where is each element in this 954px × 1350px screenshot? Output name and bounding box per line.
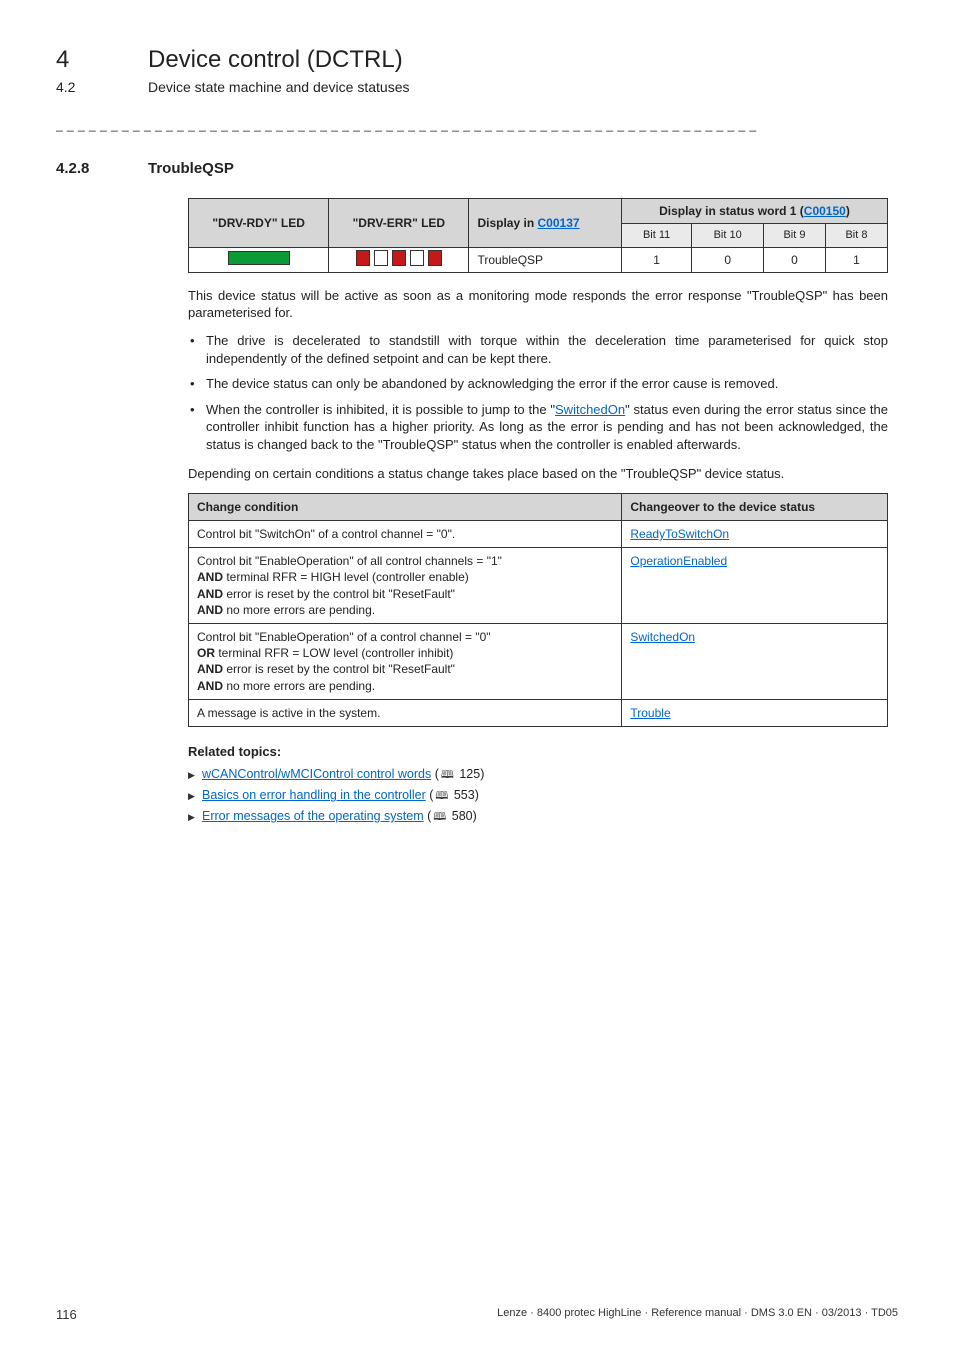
separator-line: _ _ _ _ _ _ _ _ _ _ _ _ _ _ _ _ _ _ _ _ … [56,117,898,133]
cc-th-status: Changeover to the device status [622,493,888,520]
section-title: TroubleQSP [148,159,234,179]
th-display-prefix: Display in [477,216,537,230]
cc-th-condition: Change condition [189,493,622,520]
page-num: 553 [454,788,475,802]
related-heading: Related topics: [188,743,888,761]
para-intro: This device status will be active as soo… [188,287,888,322]
bullet-list: The drive is decelerated to standstill w… [188,332,888,453]
page-number: 116 [56,1306,77,1324]
bullet-3: When the controller is inhibited, it is … [188,401,888,454]
table-row: A message is active in the system. Troub… [189,699,888,726]
cc-cell-link-3: Trouble [622,699,888,726]
cell-bit11: 1 [621,247,691,272]
bullet-2: The device status can only be abandoned … [188,375,888,393]
cc-line: error is reset by the control bit "Reset… [223,587,455,601]
cc-cell-link-1: OperationEnabled [622,548,888,624]
cell-rdy-led [189,247,329,272]
link-switchedon[interactable]: SwitchedOn [555,402,625,417]
page-ref: (🕮 580) [427,809,477,823]
para-depending: Depending on certain conditions a status… [188,465,888,483]
footer: 116 Lenze · 8400 protec HighLine · Refer… [56,1306,898,1324]
subchapter-title: Device state machine and device statuses [148,78,409,97]
cc-cell-link-2: SwitchedOn [622,623,888,699]
cc-bold: AND [197,679,223,693]
list-item: Error messages of the operating system (… [188,808,888,825]
cc-line: error is reset by the control bit "Reset… [223,662,455,676]
cc-line: no more errors are pending. [223,679,375,693]
link-related-2[interactable]: Error messages of the operating system [202,809,424,823]
cc-cell-cond-0: Control bit "SwitchOn" of a control chan… [189,521,622,548]
th-bit9: Bit 9 [764,223,826,247]
cell-bit8: 1 [825,247,887,272]
book-icon: 🕮 [441,768,454,783]
led-green-icon [228,251,290,265]
cc-line: Control bit "EnableOperation" of all con… [197,554,502,568]
link-readytoswitchon[interactable]: ReadyToSwitchOn [630,527,729,541]
page-ref: (🕮 125) [435,767,485,781]
th-status-prefix: Display in status word 1 ( [659,204,804,218]
link-trouble[interactable]: Trouble [630,706,670,720]
page-num: 125 [459,767,480,781]
cc-cell-cond-2: Control bit "EnableOperation" of a contr… [189,623,622,699]
chapter-title: Device control (DCTRL) [148,44,403,76]
list-item: Basics on error handling in the controll… [188,787,888,804]
cell-bit10: 0 [692,247,764,272]
cc-line: Control bit "EnableOperation" of a contr… [197,630,491,644]
cell-bit9: 0 [764,247,826,272]
page-num: 580 [452,809,473,823]
cc-bold: AND [197,662,223,676]
footer-doc-info: Lenze · 8400 protec HighLine · Reference… [497,1306,898,1324]
bullet-1: The drive is decelerated to standstill w… [188,332,888,367]
bullet-3-pre: When the controller is inhibited, it is … [206,402,555,417]
chapter-number: 4 [56,44,120,76]
cc-bold: OR [197,646,215,660]
th-bit8: Bit 8 [825,223,887,247]
cc-cell-cond-1: Control bit "EnableOperation" of all con… [189,548,622,624]
cell-err-led [329,247,469,272]
cc-line: terminal RFR = LOW level (controller inh… [215,646,453,660]
cc-line: no more errors are pending. [223,603,375,617]
cc-cell-link-0: ReadyToSwitchOn [622,521,888,548]
th-status-word: Display in status word 1 (C00150) [621,198,887,223]
led-blink-icon [356,250,442,266]
table-row: Control bit "SwitchOn" of a control chan… [189,521,888,548]
subchapter-number: 4.2 [56,78,120,97]
section-heading: 4.2.8 TroubleQSP [56,159,898,179]
th-display: Display in C00137 [469,198,621,247]
cc-bold: AND [197,570,223,584]
th-status-suffix: ) [846,204,850,218]
th-bit11: Bit 11 [621,223,691,247]
cc-bold: AND [197,603,223,617]
cc-cell-cond-3: A message is active in the system. [189,699,622,726]
cc-bold: AND [197,587,223,601]
chapter-header: 4 Device control (DCTRL) [56,44,898,76]
change-condition-table: Change condition Changeover to the devic… [188,493,888,727]
status-table: "DRV-RDY" LED "DRV-ERR" LED Display in C… [188,198,888,273]
related-list: wCANControl/wMCIControl control words (🕮… [188,766,888,825]
page: 4 Device control (DCTRL) 4.2 Device stat… [0,0,954,1350]
link-related-0[interactable]: wCANControl/wMCIControl control words [202,767,431,781]
link-operationenabled[interactable]: OperationEnabled [630,554,727,568]
link-switchedon-2[interactable]: SwitchedOn [630,630,695,644]
content-area: "DRV-RDY" LED "DRV-ERR" LED Display in C… [188,198,888,825]
th-bit10: Bit 10 [692,223,764,247]
book-icon: 🕮 [435,789,448,804]
link-c00137[interactable]: C00137 [538,216,580,230]
th-err-led: "DRV-ERR" LED [329,198,469,247]
book-icon: 🕮 [433,810,446,825]
list-item: wCANControl/wMCIControl control words (🕮… [188,766,888,783]
table-row: Control bit "EnableOperation" of a contr… [189,623,888,699]
page-ref: (🕮 553) [429,788,479,802]
th-rdy-led: "DRV-RDY" LED [189,198,329,247]
link-related-1[interactable]: Basics on error handling in the controll… [202,788,426,802]
cell-display: TroubleQSP [469,247,621,272]
section-number: 4.2.8 [56,159,120,179]
cc-line: terminal RFR = HIGH level (controller en… [223,570,469,584]
subchapter-header: 4.2 Device state machine and device stat… [56,78,898,97]
table-row: Control bit "EnableOperation" of all con… [189,548,888,624]
link-c00150[interactable]: C00150 [804,204,846,218]
